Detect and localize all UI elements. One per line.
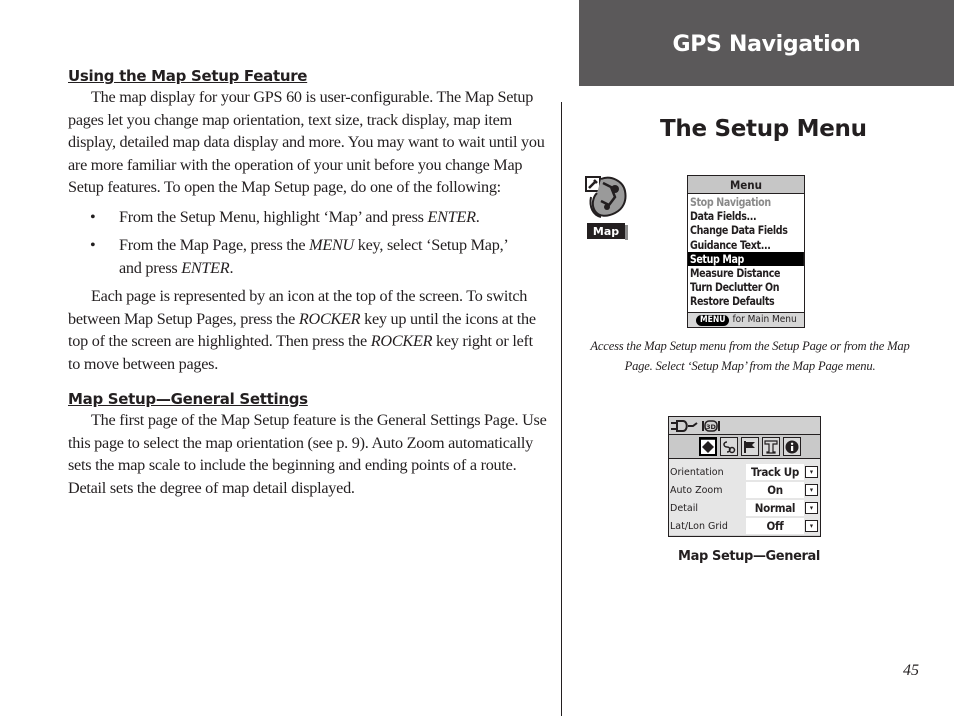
list-item: • From the Map Page, press the MENU key,… — [90, 236, 508, 277]
detail-select[interactable]: Normal — [746, 500, 804, 516]
menu-item-restore-defaults[interactable]: Restore Defaults — [690, 294, 795, 308]
tab-tracks[interactable] — [720, 437, 738, 456]
menu-item-setup-map[interactable]: Setup Map — [688, 251, 804, 266]
lat-lon-grid-select[interactable]: Off — [746, 518, 804, 534]
section-header-band: GPS Navigation — [579, 0, 954, 86]
menu-item-measure-distance[interactable]: Measure Distance — [690, 266, 795, 280]
paragraph-general-settings: The first page of the Map Setup feature … — [68, 411, 547, 497]
setup-tabs — [669, 435, 820, 459]
tab-text[interactable] — [762, 437, 780, 456]
menu-footer-text: for Main Menu — [732, 314, 797, 325]
bullet: • — [90, 236, 96, 254]
menu-item-guidance-text[interactable]: Guidance Text... — [690, 238, 795, 252]
tab-information[interactable] — [783, 437, 801, 456]
status-bar: 3D — [669, 417, 820, 435]
setting-label: Orientation — [670, 467, 724, 478]
key-name: ENTER — [181, 258, 230, 277]
3d-mode-icon: 3D — [702, 420, 720, 432]
setting-detail: Detail Normal ▾ — [669, 499, 820, 517]
map-setup-screen: 3D Orientation Track Up ▾ Auto Zoom On ▾… — [668, 416, 821, 537]
column-divider — [561, 102, 562, 716]
menu-item-data-fields[interactable]: Data Fields... — [690, 209, 795, 223]
heading-using-map-setup: Using the Map Setup Feature — [68, 67, 308, 85]
setting-label: Detail — [670, 503, 698, 514]
map-orientation-icon — [701, 439, 715, 454]
menu-item-change-data-fields[interactable]: Change Data Fields — [690, 223, 795, 237]
text-icon — [764, 439, 778, 454]
setting-label: Lat/Lon Grid — [670, 521, 728, 532]
list-item: • From the Setup Menu, highlight ‘Map’ a… — [68, 206, 548, 229]
setting-label: Auto Zoom — [670, 485, 723, 496]
menu-item-stop-navigation[interactable]: Stop Navigation — [690, 195, 795, 209]
key-name: ENTER — [427, 207, 476, 226]
settings-list: Orientation Track Up ▾ Auto Zoom On ▾ De… — [669, 459, 820, 535]
menu-item-turn-declutter-on[interactable]: Turn Declutter On — [690, 280, 795, 294]
power-plug-icon — [671, 420, 698, 432]
orientation-select[interactable]: Track Up — [746, 464, 804, 480]
page-title: The Setup Menu — [660, 116, 867, 142]
chevron-down-icon[interactable]: ▾ — [805, 466, 818, 478]
map-setup-icon: Map — [585, 175, 629, 241]
menu-footer: MENU for Main Menu — [688, 312, 804, 327]
key-name: ROCKER — [370, 332, 433, 350]
key-name: MENU — [309, 236, 354, 254]
flag-icon — [744, 440, 755, 453]
paragraph-switch-pages: Each page is represented by an icon at t… — [68, 287, 536, 373]
menu-figure-caption: Access the Map Setup menu from the Setup… — [590, 339, 910, 373]
left-column: Using the Map Setup Feature The map disp… — [68, 66, 548, 499]
setup-figure-caption: Map Setup—General — [678, 549, 820, 564]
paragraph-intro: The map display for your GPS 60 is user-… — [68, 88, 545, 196]
chevron-down-icon[interactable]: ▾ — [805, 520, 818, 532]
section-title: GPS Navigation — [672, 32, 861, 57]
page-number: 45 — [903, 662, 919, 679]
menu-screen: Menu Stop Navigation Data Fields... Chan… — [687, 175, 805, 328]
map-icon-label: Map — [593, 225, 619, 238]
chevron-down-icon[interactable]: ▾ — [805, 484, 818, 496]
key-name: ROCKER — [298, 309, 361, 328]
heading-general-settings: Map Setup—General Settings — [68, 390, 308, 408]
auto-zoom-select[interactable]: On — [746, 482, 804, 498]
menu-list: Stop Navigation Data Fields... Change Da… — [688, 194, 804, 312]
instruction-list: • From the Setup Menu, highlight ‘Map’ a… — [68, 206, 548, 280]
setting-lat-lon-grid: Lat/Lon Grid Off ▾ — [669, 517, 820, 535]
chevron-down-icon[interactable]: ▾ — [805, 502, 818, 514]
info-icon — [785, 440, 799, 453]
tab-general[interactable] — [699, 437, 717, 456]
tab-points[interactable] — [741, 437, 759, 456]
menu-key-icon: MENU — [696, 315, 730, 326]
setting-auto-zoom: Auto Zoom On ▾ — [669, 481, 820, 499]
track-icon — [723, 440, 736, 453]
menu-title: Menu — [688, 176, 804, 194]
svg-text:3D: 3D — [706, 423, 717, 431]
bullet: • — [90, 207, 96, 226]
setting-orientation: Orientation Track Up ▾ — [669, 463, 820, 481]
